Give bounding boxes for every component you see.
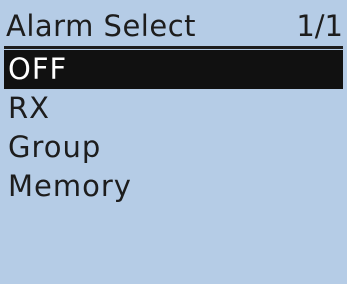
page-title: Alarm Select <box>6 9 197 43</box>
header-divider <box>4 46 343 49</box>
menu-item-label: Group <box>8 130 102 164</box>
page-indicator: 1/1 <box>296 9 343 43</box>
alarm-select-menu: OFF RX Group Memory <box>0 50 347 206</box>
menu-item-group[interactable]: Group <box>4 128 343 167</box>
menu-item-off[interactable]: OFF <box>4 50 343 89</box>
menu-item-rx[interactable]: RX <box>4 89 343 128</box>
menu-item-label: OFF <box>8 52 68 86</box>
menu-item-label: RX <box>8 91 51 125</box>
display-screen: Alarm Select 1/1 OFF RX Group Memory <box>0 0 347 284</box>
menu-item-label: Memory <box>8 169 132 203</box>
menu-item-memory[interactable]: Memory <box>4 167 343 206</box>
screen-header: Alarm Select 1/1 <box>4 4 343 48</box>
